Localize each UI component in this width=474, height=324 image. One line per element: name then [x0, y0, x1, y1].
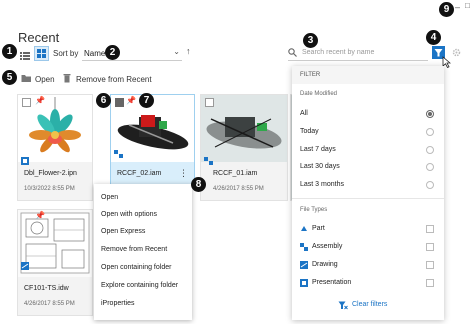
callout-6: 6: [96, 93, 111, 108]
folder-open-icon: [21, 75, 31, 82]
restore-button[interactable]: □: [465, 1, 470, 10]
filter-option-last-3-months[interactable]: Last 3 months: [300, 181, 344, 188]
filter-type-assembly[interactable]: Assembly: [312, 243, 342, 250]
callout-9: 9: [439, 2, 454, 17]
remove-from-recent-button[interactable]: Remove from Recent: [76, 75, 152, 84]
drawing-file-icon: [21, 262, 29, 270]
pin-icon[interactable]: 📌: [35, 96, 45, 105]
file-date: 4/26/2017 8:55 PM: [213, 186, 264, 192]
callout-4: 4: [426, 30, 441, 45]
filter-type-presentation[interactable]: Presentation: [312, 279, 351, 286]
assembly-file-icon: [204, 157, 213, 165]
filter-header: FILTER: [292, 66, 444, 84]
context-menu: Open Open with options Open Express Remo…: [94, 184, 192, 320]
callout-1: 1: [2, 44, 17, 59]
sort-select[interactable]: Name ⌄: [82, 46, 182, 61]
minimize-button[interactable]: –: [455, 2, 460, 12]
file-card[interactable]: 📌 Dbl_Flower-2.ipn 10/3/2022 8:55 PM: [17, 94, 93, 201]
search-icon: [288, 48, 297, 57]
grid-view-icon[interactable]: [34, 46, 49, 61]
assembly-file-icon: [114, 150, 123, 158]
menu-item-open[interactable]: Open: [101, 194, 118, 201]
filter-type-drawing[interactable]: Drawing: [312, 261, 338, 268]
checkbox-part[interactable]: [426, 225, 434, 233]
menu-item-open-containing-folder[interactable]: Open containing folder: [101, 264, 171, 271]
file-thumbnail: [18, 210, 92, 277]
menu-item-explore-containing-folder[interactable]: Explore containing folder: [101, 282, 178, 289]
file-types-label: File Types: [300, 207, 328, 213]
search-placeholder: Search recent by name: [302, 49, 375, 56]
filter-type-part[interactable]: Part: [312, 225, 325, 232]
menu-item-open-with-options[interactable]: Open with options: [101, 211, 157, 218]
card-checkbox[interactable]: [205, 98, 214, 107]
presentation-icon: [300, 279, 308, 287]
pin-icon[interactable]: 📌: [35, 211, 45, 220]
filter-panel: FILTER Date Modified All Today Last 7 da…: [292, 66, 444, 320]
card-info: RCCF_01.iam 4/26/2017 8:55 PM: [201, 162, 287, 200]
radio-all[interactable]: [426, 110, 434, 118]
page-title: Recent: [18, 30, 60, 45]
drawing-icon: [300, 261, 308, 269]
filter-option-all[interactable]: All: [300, 110, 308, 117]
clear-filters-label: Clear filters: [352, 301, 388, 308]
settings-icon[interactable]: [452, 48, 461, 57]
pin-icon[interactable]: 📌: [126, 96, 136, 105]
radio-last-30-days[interactable]: [426, 163, 434, 171]
assembly-icon: [300, 243, 308, 251]
more-options-icon[interactable]: ⋮: [179, 168, 188, 179]
filter-option-today[interactable]: Today: [300, 128, 319, 135]
radio-today[interactable]: [426, 128, 434, 136]
callout-3: 3: [303, 33, 318, 48]
open-button[interactable]: Open: [35, 75, 55, 84]
filter-option-last-7-days[interactable]: Last 7 days: [300, 146, 336, 153]
file-date: 4/26/2017 8:55 PM: [24, 301, 75, 307]
menu-item-remove-from-recent[interactable]: Remove from Recent: [101, 246, 167, 253]
trash-icon: [63, 74, 71, 83]
file-card[interactable]: 📌 RCCF_02.iam ⋮: [110, 94, 195, 186]
callout-5: 5: [2, 70, 17, 85]
checkbox-drawing[interactable]: [426, 261, 434, 269]
sort-direction-icon[interactable]: ↑: [186, 46, 191, 56]
filter-clear-icon: [338, 301, 348, 310]
card-checkbox[interactable]: [115, 98, 124, 107]
sort-value: Name: [84, 49, 106, 58]
checkbox-assembly[interactable]: [426, 243, 434, 251]
file-name: RCCF_02.iam: [117, 170, 162, 177]
callout-2: 2: [105, 45, 120, 60]
file-card[interactable]: 📌 CF101-TS.idw 4/26/2017 8:55 PM: [17, 209, 93, 316]
card-info: Dbl_Flower-2.ipn 10/3/2022 8:55 PM: [18, 162, 92, 200]
radio-last-7-days[interactable]: [426, 146, 434, 154]
card-checkbox[interactable]: [22, 98, 31, 107]
file-card[interactable]: RCCF_01.iam 4/26/2017 8:55 PM: [200, 94, 288, 201]
callout-7: 7: [139, 93, 154, 108]
chevron-down-icon: ⌄: [173, 47, 180, 56]
part-icon: [301, 226, 307, 231]
search-input[interactable]: Search recent by name: [288, 46, 428, 61]
filter-title: FILTER: [300, 72, 321, 78]
presentation-file-icon: [21, 157, 29, 165]
file-name: CF101-TS.idw: [24, 285, 69, 292]
card-info: CF101-TS.idw 4/26/2017 8:55 PM: [18, 277, 92, 315]
file-date: 10/3/2022 8:55 PM: [24, 186, 75, 192]
sort-label: Sort by: [53, 49, 79, 58]
list-view-icon[interactable]: [20, 48, 30, 60]
menu-item-iproperties[interactable]: iProperties: [101, 300, 134, 307]
checkbox-presentation[interactable]: [426, 279, 434, 287]
file-name: RCCF_01.iam: [213, 170, 258, 177]
divider: [292, 198, 444, 199]
menu-item-open-express[interactable]: Open Express: [101, 228, 145, 235]
callout-8: 8: [191, 177, 206, 192]
file-name: Dbl_Flower-2.ipn: [24, 170, 77, 177]
radio-last-3-months[interactable]: [426, 181, 434, 189]
filter-option-last-30-days[interactable]: Last 30 days: [300, 163, 340, 170]
date-modified-label: Date Modified: [300, 91, 338, 97]
